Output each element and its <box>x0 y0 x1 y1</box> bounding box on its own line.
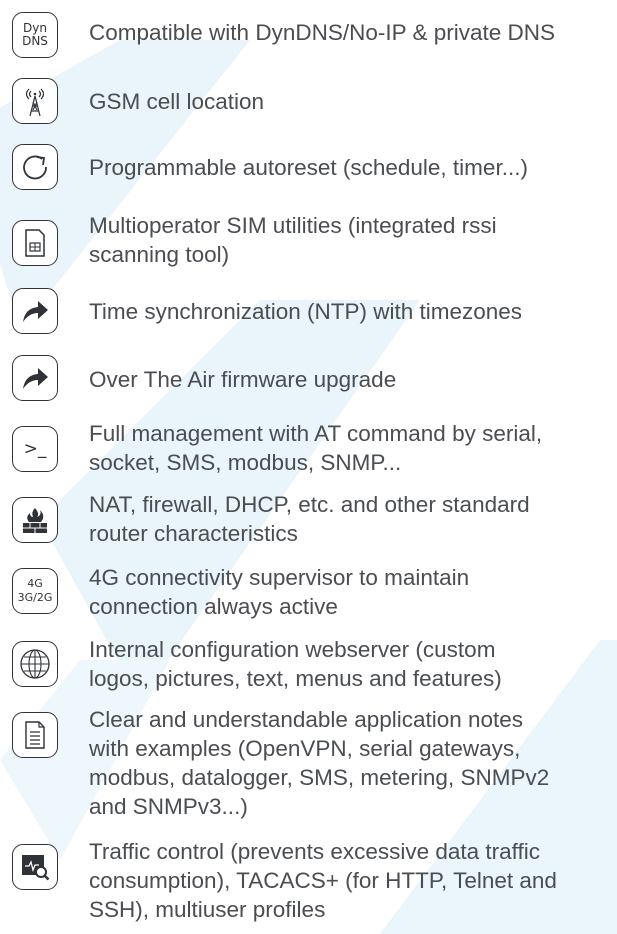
network-generation-icon: 4G 3G/2G <box>12 568 58 614</box>
globe-icon <box>12 641 58 687</box>
share-arrow-icon <box>12 355 58 401</box>
document-icon <box>12 712 58 758</box>
network-generation-icon-label: 4G 3G/2G <box>17 577 53 604</box>
share-arrow-icon <box>12 288 58 334</box>
feature-text: Programmable autoreset (schedule, timer.… <box>89 155 528 180</box>
antenna-icon <box>12 78 58 124</box>
feature-text: Clear and understandable application not… <box>89 707 550 819</box>
dyndns-icon-label: Dyn DNS <box>22 21 48 48</box>
sim-card-icon <box>12 220 58 266</box>
feature-text: GSM cell location <box>89 89 265 114</box>
feature-text: Traffic control (prevents excessive data… <box>89 839 557 922</box>
terminal-icon: >_ <box>12 426 58 472</box>
traffic-monitor-icon <box>12 844 58 890</box>
feature-text: Multioperator SIM utilities (integrated … <box>89 213 497 267</box>
feature-text: Over The Air firmware upgrade <box>89 367 397 392</box>
feature-text: Compatible with DynDNS/No-IP & private D… <box>89 20 555 45</box>
feature-text: Time synchronization (NTP) with timezone… <box>89 299 523 324</box>
feature-text: Internal configuration webserver (custom… <box>89 637 502 691</box>
feature-text: 4G connectivity supervisor to maintain c… <box>89 565 470 619</box>
feature-text: Full management with AT command by seria… <box>89 421 543 475</box>
feature-text: NAT, firewall, DHCP, etc. and other stan… <box>89 492 530 546</box>
dyndns-icon: Dyn DNS <box>12 12 58 58</box>
refresh-icon <box>12 144 58 190</box>
terminal-icon-label: >_ <box>23 439 47 459</box>
firewall-icon <box>12 497 58 543</box>
